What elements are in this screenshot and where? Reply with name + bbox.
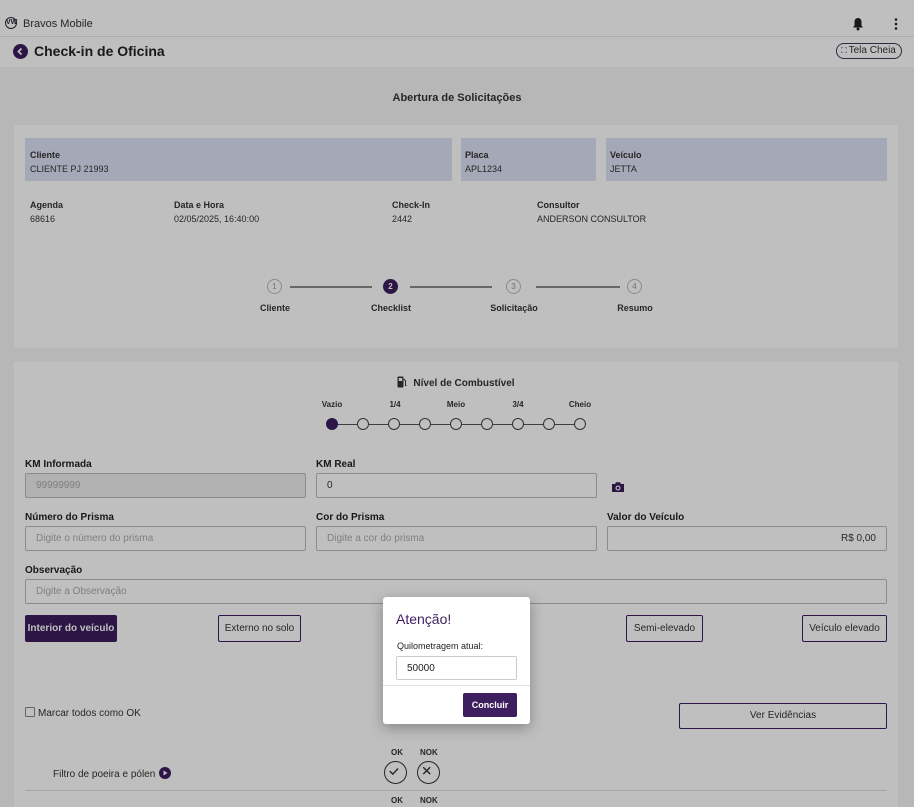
km-modal: Atenção! Quilometragem atual: Concluir [383, 597, 530, 724]
modal-divider [383, 685, 530, 686]
modal-field-label: Quilometragem atual: [397, 641, 484, 651]
modal-title: Atenção! [396, 611, 452, 627]
quilometragem-input[interactable] [396, 656, 517, 680]
concluir-button[interactable]: Concluir [463, 693, 517, 717]
